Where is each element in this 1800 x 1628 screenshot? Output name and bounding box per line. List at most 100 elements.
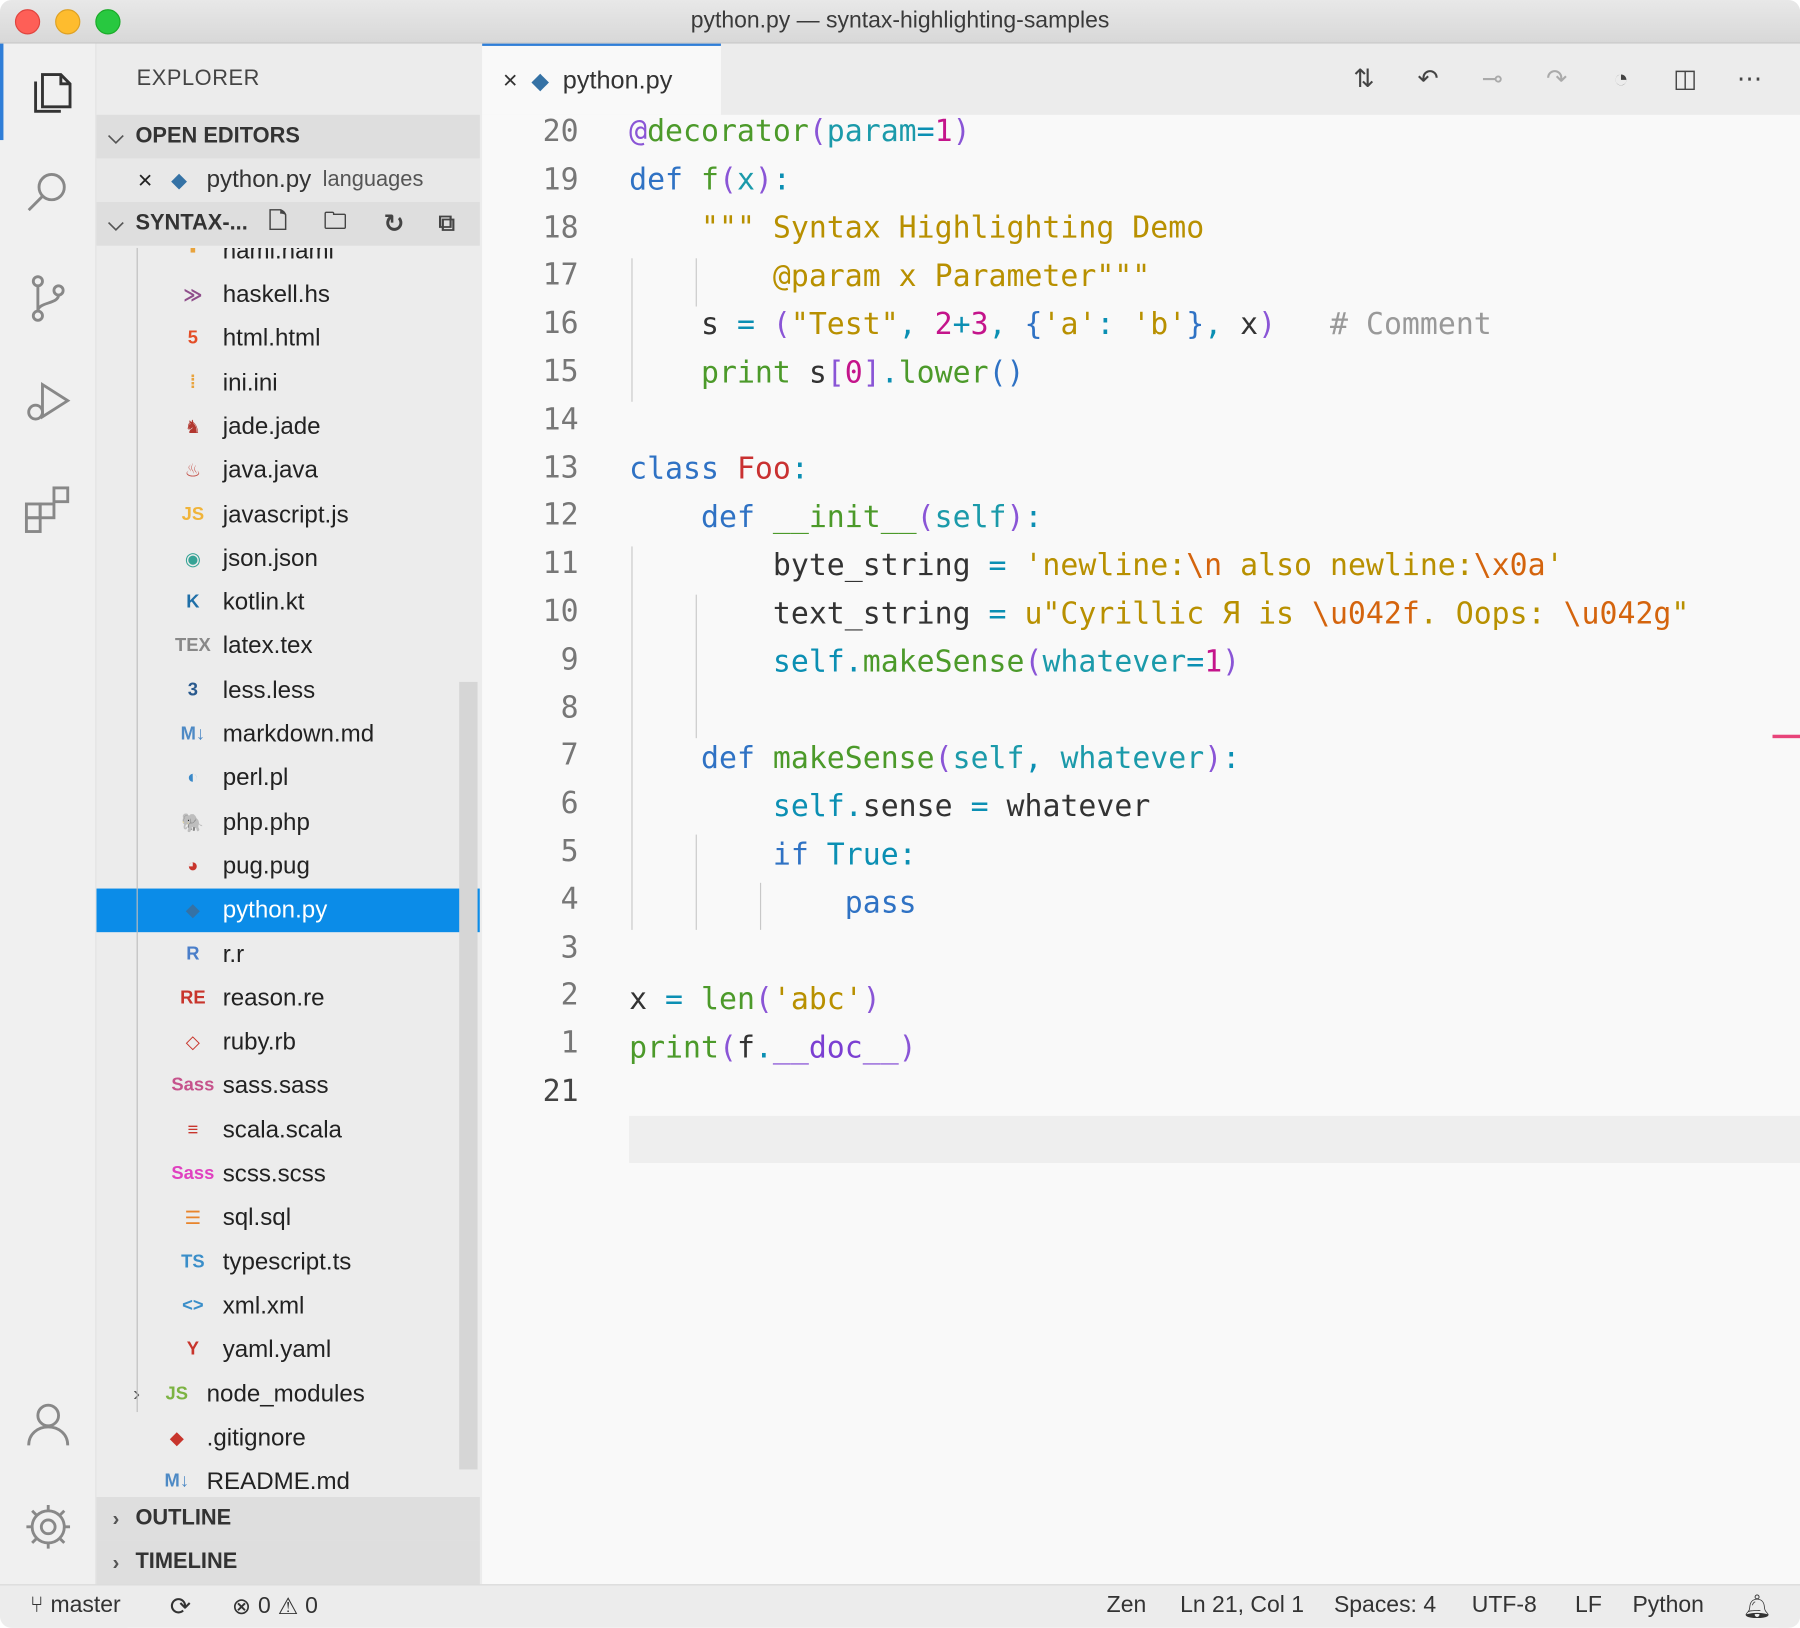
tree-item[interactable]: ≫ haskell.hs xyxy=(96,273,479,317)
code-line: if True: xyxy=(772,838,917,873)
accounts-activity[interactable] xyxy=(0,1375,96,1471)
manage-activity[interactable] xyxy=(0,1479,96,1575)
tab-bar: × ◆ python.py ⇅ ↶ ⊸ ↷ ◔ ◫ ⋯ xyxy=(482,43,1800,115)
timeline-header[interactable]: › TIMELINE xyxy=(96,1540,480,1585)
folder-header[interactable]: ⌵ SYNTAX-... 🗋 🗀 ↻ ⧉ xyxy=(96,202,480,246)
tree-folder[interactable]: ›JSnode_modules xyxy=(96,1372,479,1416)
php-icon: 🐘 xyxy=(181,813,205,833)
collapse-all-icon[interactable]: ⧉ xyxy=(439,211,455,237)
line-number: 15 xyxy=(542,354,579,390)
tree-item[interactable]: TEX latex.tex xyxy=(96,625,479,669)
open-editor-filename: python.py xyxy=(206,166,312,193)
tree-item-label: json.json xyxy=(222,545,318,572)
current-line-highlight xyxy=(629,1115,1800,1163)
commit-icon[interactable]: ⊸ xyxy=(1476,63,1508,95)
jade-icon: ♞ xyxy=(184,417,202,438)
search-activity[interactable] xyxy=(0,145,96,241)
tree-item[interactable]: Yyaml.yaml xyxy=(96,1328,479,1372)
tree-item[interactable]: ◆ python.py xyxy=(96,888,480,933)
explorer-activity[interactable] xyxy=(0,43,96,141)
tree-item[interactable]: Kkotlin.kt xyxy=(96,581,479,625)
gear-icon xyxy=(26,1505,71,1549)
tree-item[interactable]: M↓ README.md xyxy=(96,1460,479,1494)
open-editors-header[interactable]: ⌵ OPEN EDITORS xyxy=(96,114,480,159)
tree-item[interactable]: 🐘 php.php xyxy=(96,801,479,845)
warning-icon: ⚠ xyxy=(277,1594,299,1620)
git-icon: ◆ xyxy=(169,1429,184,1449)
line-number: 6 xyxy=(560,786,579,822)
tree-item[interactable]: RE reason.re xyxy=(96,977,479,1021)
tree-item-label: kotlin.kt xyxy=(222,589,305,616)
line-number: 12 xyxy=(542,498,579,534)
tree-item[interactable]: ♞ jade.jade xyxy=(96,405,479,449)
python-icon: ◆ xyxy=(171,168,188,192)
chevron-down-icon: ⌵ xyxy=(108,124,124,148)
yaml-icon: Y xyxy=(186,1339,199,1360)
new-folder-icon[interactable]: 🗀 xyxy=(324,204,347,243)
indentation-status[interactable]: Spaces: 4 xyxy=(1334,1592,1436,1618)
git-history-icon[interactable]: ◔ xyxy=(1605,63,1637,95)
branch-status[interactable]: ⑂ master xyxy=(30,1592,121,1618)
close-icon[interactable]: × xyxy=(138,165,159,195)
cursor-position-status[interactable]: Ln 21, Col 1 xyxy=(1180,1592,1304,1618)
tree-item[interactable]: ◐ perl.pl xyxy=(96,757,479,801)
tree-item[interactable]: ⁞ ini.ini xyxy=(96,361,479,405)
line-number: 14 xyxy=(542,402,579,438)
tree-item[interactable]: <> xml.xml xyxy=(96,1284,479,1328)
tree-item[interactable]: JS javascript.js xyxy=(96,493,479,537)
eol-status[interactable]: LF xyxy=(1575,1592,1602,1618)
tree-item[interactable]: Rr.r xyxy=(96,933,479,977)
previous-change-icon[interactable]: ↶ xyxy=(1412,63,1444,95)
new-file-icon[interactable]: 🗋 xyxy=(269,204,287,243)
tree-item-partial[interactable]: ▪ haml.haml xyxy=(96,248,479,273)
extensions-activity[interactable] xyxy=(0,459,96,555)
more-actions-icon[interactable]: ⋯ xyxy=(1733,63,1765,95)
tree-item[interactable]: TS typescript.ts xyxy=(96,1241,479,1285)
refresh-icon[interactable]: ↻ xyxy=(383,209,404,239)
notifications-status[interactable]: 🔔︎ xyxy=(1743,1592,1772,1621)
compare-changes-icon[interactable]: ⇅ xyxy=(1348,63,1380,95)
problems-status[interactable]: ⊗ 0 ⚠ 0 xyxy=(232,1592,318,1621)
reason-icon: RE xyxy=(180,988,206,1008)
tree-item[interactable]: ♨ java.java xyxy=(96,449,479,493)
code-line: @decorator(param=1) xyxy=(629,114,971,150)
tree-item[interactable]: 3 less.less xyxy=(96,669,479,713)
tree-item[interactable]: ◆ .gitignore xyxy=(96,1416,479,1460)
line-number: 1 xyxy=(560,1026,579,1061)
tree-item[interactable]: ◉ json.json xyxy=(96,537,479,581)
tree-item-label: r.r xyxy=(222,940,245,968)
file-tree: ▪ haml.haml ≫ haskell.hs 5 html.html ⁞ ini.in… xyxy=(96,248,480,1495)
tree-item[interactable]: 5 html.html xyxy=(96,317,479,361)
code-line: self.sense = whatever xyxy=(772,789,1151,825)
tree-item[interactable]: M↓ markdown.md xyxy=(96,713,479,757)
tree-item[interactable]: ☰ sql.sql xyxy=(96,1197,479,1241)
next-change-icon[interactable]: ↷ xyxy=(1541,63,1573,95)
tree-item[interactable]: Sass scss.scss xyxy=(96,1153,479,1197)
split-editor-icon[interactable]: ◫ xyxy=(1669,63,1701,95)
code-editor[interactable]: @decorator(param=1) def f(x): """ Syntax… xyxy=(482,115,1800,1584)
tree-item[interactable]: Sass sass.sass xyxy=(96,1065,479,1109)
branch-icon: ⑂ xyxy=(29,1592,44,1618)
tree-item[interactable]: ≡ scala.scala xyxy=(96,1109,479,1153)
tree-item[interactable]: ◕ pug.pug xyxy=(96,845,479,889)
sidebar-scrollbar[interactable] xyxy=(459,681,478,1470)
code-line: def makeSense(self, whatever): xyxy=(700,741,1241,777)
code-line: x = len('abc') xyxy=(629,982,881,1018)
tree-item-label: python.py xyxy=(222,896,328,924)
tree-item[interactable]: ◇ ruby.rb xyxy=(96,1021,479,1065)
line-number: 2 xyxy=(560,978,579,1013)
tree-indent-guide xyxy=(136,247,138,1413)
outline-header[interactable]: › OUTLINE xyxy=(96,1496,480,1541)
tab-python[interactable]: × ◆ python.py xyxy=(482,43,721,115)
source-control-activity[interactable] xyxy=(0,250,96,346)
bell-icon: 🔔︎ xyxy=(1742,1594,1772,1620)
zen-mode-status[interactable]: Zen xyxy=(1107,1592,1147,1618)
sync-status[interactable]: ⟳ xyxy=(170,1592,191,1622)
open-editor-item[interactable]: × ◆ python.py languages xyxy=(96,158,480,203)
close-icon[interactable]: × xyxy=(503,65,518,95)
tree-item-label: sql.sql xyxy=(222,1204,292,1231)
language-status[interactable]: Python xyxy=(1632,1592,1703,1618)
kotlin-icon: K xyxy=(186,592,200,612)
run-debug-activity[interactable] xyxy=(0,354,96,450)
encoding-status[interactable]: UTF-8 xyxy=(1472,1592,1537,1618)
